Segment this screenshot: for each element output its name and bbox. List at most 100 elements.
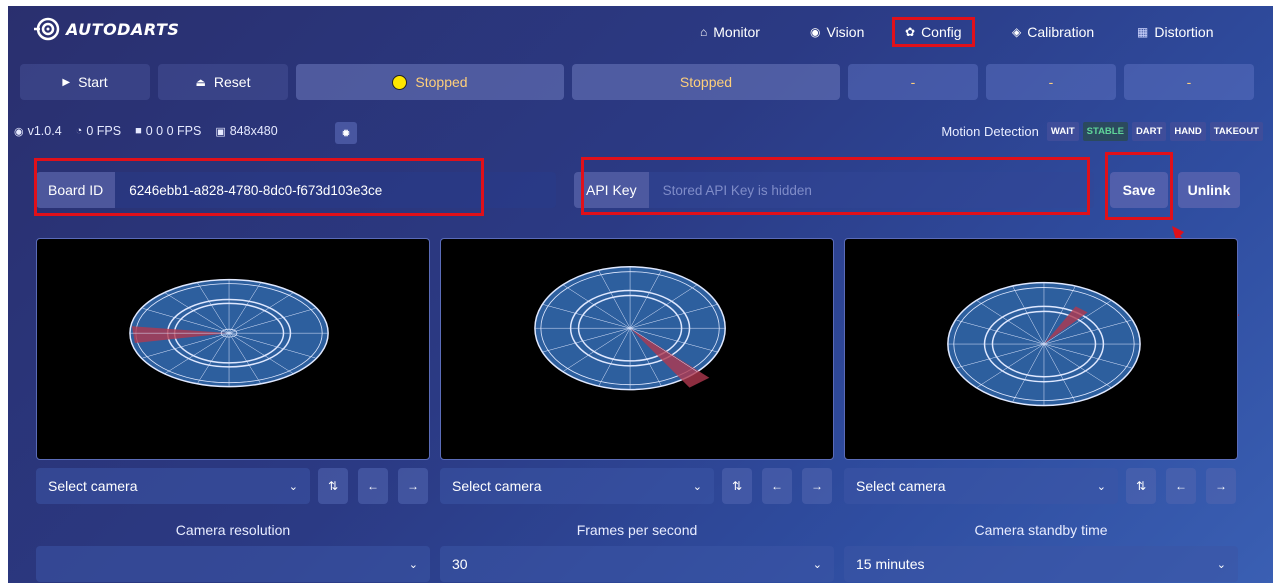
standby-time-select[interactable]: 15 minutes ⌄: [844, 546, 1238, 582]
swap-icon: ⇅: [327, 479, 339, 493]
save-highlight: [1105, 152, 1173, 220]
nav-config[interactable]: ✿ Config: [892, 17, 975, 47]
target-logo-icon: [34, 16, 60, 42]
status-slot-2: -: [986, 64, 1116, 100]
grid-icon: ▦: [1137, 25, 1149, 39]
version-text: v1.0.4: [27, 124, 62, 138]
unlink-button[interactable]: Unlink: [1178, 172, 1240, 208]
camera-select-2-value: Select camera: [452, 478, 542, 494]
status-slot-3: -: [1124, 64, 1254, 100]
home-icon: ⌂: [700, 25, 708, 39]
move-right-button-1[interactable]: →: [398, 468, 428, 504]
dartboard-icon: [534, 266, 726, 391]
arrow-right-icon: →: [1215, 479, 1227, 493]
move-left-button-2[interactable]: ←: [762, 468, 792, 504]
start-label: Start: [78, 74, 108, 90]
nav-monitor-label: Monitor: [713, 24, 760, 40]
eye-icon: ◉: [810, 25, 821, 39]
gear-icon: ✹: [341, 127, 351, 140]
camera-resolution-select[interactable]: ⌄: [36, 546, 430, 582]
status-secondary-label: Stopped: [679, 74, 733, 90]
start-button[interactable]: ▶ Start: [20, 64, 150, 100]
camera-fps-text: 0 0 0 FPS: [145, 124, 202, 138]
camera-resolution-label: Camera resolution: [175, 522, 291, 538]
eject-icon: ⏏: [195, 76, 206, 89]
swap-camera-button-2[interactable]: ⇅: [722, 468, 752, 504]
status-slot-1: -: [848, 64, 978, 100]
brand-logo[interactable]: AUTODARTS: [34, 16, 179, 42]
resolution-text: 848x480: [229, 124, 278, 138]
status-indicator-primary: Stopped: [296, 64, 564, 100]
camera-select-3[interactable]: Select camera ⌄: [844, 468, 1118, 504]
eye-icon: ◉: [14, 125, 24, 138]
swap-icon: ⇅: [1135, 479, 1147, 493]
arrow-left-icon: ←: [771, 479, 783, 493]
swap-camera-button-1[interactable]: ⇅: [318, 468, 348, 504]
arrow-left-icon: ←: [367, 479, 379, 493]
swap-camera-button-3[interactable]: ⇅: [1126, 468, 1156, 504]
chevron-down-icon: ⌄: [812, 558, 822, 571]
dartboard-icon: [947, 281, 1141, 407]
api-key-highlight: [581, 157, 1090, 215]
resolution-info: ▣ 848x480: [215, 124, 277, 138]
camera-preview-2: [440, 238, 834, 460]
fps-select[interactable]: 30 ⌄: [440, 546, 834, 582]
camera-standby-label: Camera standby time: [974, 522, 1108, 538]
camera-icon: ■: [135, 125, 142, 137]
status-dot-icon: [392, 74, 408, 90]
camera-preview-1: [36, 238, 430, 460]
motion-tag-stable: STABLE: [1082, 122, 1128, 141]
board-id-highlight: [34, 158, 484, 216]
move-right-button-3[interactable]: →: [1206, 468, 1236, 504]
reset-label: Reset: [213, 74, 251, 90]
nav-calibration-label: Calibration: [1027, 24, 1095, 40]
play-icon: ▶: [62, 76, 71, 88]
motion-tag-takeout: TAKEOUT: [1209, 122, 1263, 141]
camera-fps-info: ■ 0 0 0 FPS: [135, 124, 201, 138]
move-left-button-3[interactable]: ←: [1166, 468, 1196, 504]
nav-distortion[interactable]: ▦ Distortion: [1137, 21, 1213, 43]
fps-value: 30: [452, 556, 468, 572]
chevron-down-icon: ⌄: [1096, 480, 1106, 493]
dartboard-icon: [129, 278, 329, 388]
nav-vision-label: Vision: [826, 24, 865, 40]
nav-calibration[interactable]: ◈ Calibration: [1012, 21, 1094, 43]
move-right-button-2[interactable]: →: [802, 468, 832, 504]
settings-gear-button[interactable]: ✹: [335, 122, 357, 144]
move-left-button-1[interactable]: ←: [358, 468, 388, 504]
slot-1-label: -: [910, 74, 916, 90]
motion-detection: Motion Detection WAIT STABLE DART HAND T…: [941, 122, 1263, 141]
frames-per-second-label: Frames per second: [576, 522, 698, 538]
nav-config-label: Config: [921, 24, 962, 40]
camera-select-3-value: Select camera: [856, 478, 946, 494]
chevron-down-icon: ⌄: [692, 480, 702, 493]
top-navbar: AUTODARTS ⌂ Monitor ◉ Vision ✿ Config ◈ …: [8, 6, 1273, 58]
nav-vision[interactable]: ◉ Vision: [810, 21, 864, 43]
camera-select-2[interactable]: Select camera ⌄: [440, 468, 714, 504]
chevron-down-icon: ⌄: [1216, 558, 1226, 571]
chevron-down-icon: ⌄: [288, 480, 298, 493]
camera-select-1[interactable]: Select camera ⌄: [36, 468, 310, 504]
image-icon: ▣: [215, 125, 226, 138]
motion-detection-label: Motion Detection: [941, 124, 1039, 139]
reset-button[interactable]: ⏏ Reset: [158, 64, 288, 100]
motion-tag-hand: HAND: [1170, 122, 1206, 141]
target-icon: ◈: [1012, 25, 1022, 39]
nav-monitor[interactable]: ⌂ Monitor: [700, 21, 760, 43]
motion-tag-wait: WAIT: [1046, 122, 1079, 141]
slot-2-label: -: [1048, 74, 1054, 90]
motion-tag-dart: DART: [1131, 122, 1167, 141]
arrow-right-icon: →: [811, 479, 823, 493]
status-row: ◉ v1.0.4 ◔ 0 FPS ■ 0 0 0 FPS ▣ 848x480: [14, 124, 278, 138]
gauge-icon: ◔: [75, 125, 83, 137]
arrow-right-icon: →: [407, 479, 419, 493]
fps-text: 0 FPS: [86, 124, 122, 138]
chevron-down-icon: ⌄: [408, 558, 418, 571]
gear-icon: ✿: [905, 25, 916, 39]
brand-name: AUTODARTS: [66, 19, 180, 39]
status-indicator-secondary: Stopped: [572, 64, 840, 100]
nav-distortion-label: Distortion: [1154, 24, 1214, 40]
camera-preview-3: [844, 238, 1238, 460]
arrow-left-icon: ←: [1175, 479, 1187, 493]
swap-icon: ⇅: [731, 479, 743, 493]
